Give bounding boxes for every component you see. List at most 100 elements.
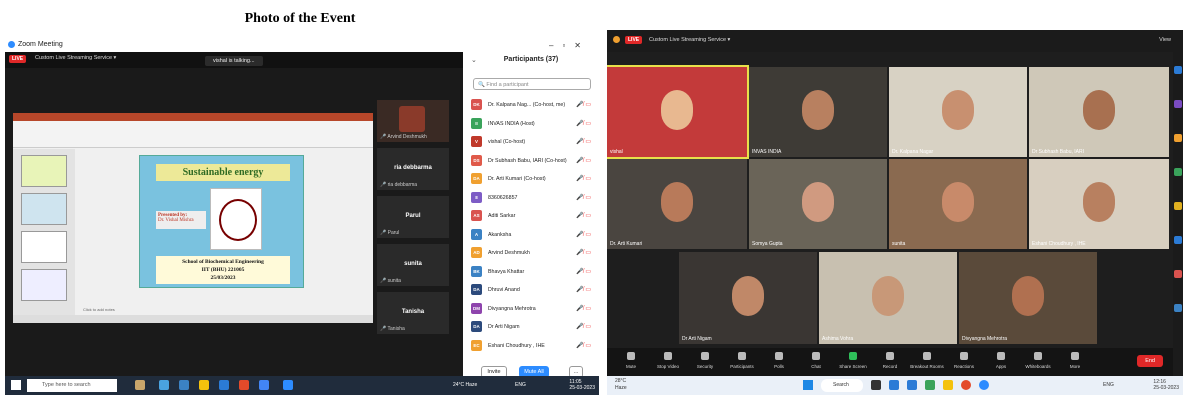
control-share-screen[interactable]: Share Screen — [835, 352, 871, 369]
participant-row[interactable]: AD Arvind Deshmukh 🎤̸ ▭ — [471, 246, 593, 263]
taskbar-app-icon[interactable] — [159, 380, 169, 390]
taskbar-app-icon[interactable] — [239, 380, 249, 390]
video-tile[interactable]: Dr. Arti Kumari — [607, 159, 747, 249]
muted-mic-icon[interactable]: 🎤̸ ▭ — [576, 286, 591, 293]
video-tile[interactable]: Eshani Choudhury , IHE — [1029, 159, 1169, 249]
video-tile[interactable]: Parul Parul — [377, 196, 449, 238]
participant-row[interactable]: Vvishal (Co-host) 🎤̸ ▭ — [471, 135, 593, 152]
app-icon[interactable] — [1174, 202, 1182, 210]
live-badge[interactable]: LIVE — [625, 36, 643, 44]
taskbar-app-icon[interactable] — [943, 380, 953, 390]
notes-placeholder[interactable]: Click to add notes — [83, 307, 115, 312]
stream-service-dropdown[interactable]: Custom Live Streaming Service ▾ — [649, 37, 730, 43]
taskbar-app-icon[interactable] — [961, 380, 971, 390]
control-mute[interactable]: Mute — [613, 352, 649, 369]
end-meeting-button[interactable]: End — [1137, 355, 1163, 367]
video-tile[interactable]: Dr. Kalpana Nagar — [889, 67, 1027, 157]
video-tile[interactable]: Tanisha Tanisha — [377, 292, 449, 334]
app-icon[interactable] — [1174, 304, 1182, 312]
app-icon[interactable] — [1174, 270, 1182, 278]
control-stop-video[interactable]: Stop Video — [650, 352, 686, 369]
view-button[interactable]: View — [1159, 37, 1171, 43]
slide-date: 25/03/2023 — [210, 275, 236, 281]
muted-mic-icon[interactable]: 🎤̸ ▭ — [576, 157, 591, 164]
app-icon[interactable] — [1174, 100, 1182, 108]
participant-row[interactable]: A Akanksha 🎤̸ ▭ — [471, 228, 593, 245]
stream-service-dropdown[interactable]: Custom Live Streaming Service ▾ — [35, 55, 116, 61]
video-tile[interactable]: Dr Arti Nigam — [679, 252, 817, 344]
participant-row[interactable]: DM Divyangna Mehrotra 🎤̸ ▭ — [471, 302, 593, 319]
participant-search-input[interactable]: 🔍 Find a participant — [473, 78, 591, 90]
control-reactions[interactable]: Reactions — [946, 352, 982, 369]
window-controls[interactable]: –▫✕ — [549, 41, 590, 50]
participant-row[interactable]: AS Aditi Sarkar 🎤̸ ▭ — [471, 209, 593, 226]
live-badge[interactable]: LIVE — [9, 55, 27, 63]
taskbar-app-icon[interactable] — [259, 380, 269, 390]
muted-mic-icon[interactable]: 🎤̸ ▭ — [576, 194, 591, 201]
control-participants[interactable]: Participants — [724, 352, 760, 369]
video-tile[interactable]: vishal — [607, 65, 749, 159]
muted-mic-icon[interactable]: 🎤̸ ▭ — [576, 138, 591, 145]
taskbar-search[interactable]: Search — [821, 379, 863, 392]
participant-row[interactable]: DS Dr Subhash Babu, IARI (Co-host) 🎤̸ ▭ — [471, 154, 593, 171]
muted-mic-icon[interactable]: 🎤̸ ▭ — [576, 175, 591, 182]
muted-mic-icon[interactable]: 🎤̸ ▭ — [576, 120, 591, 127]
muted-mic-icon[interactable]: 🎤̸ ▭ — [576, 101, 591, 108]
muted-mic-icon[interactable]: 🎤̸ ▭ — [576, 231, 591, 238]
taskbar-search[interactable]: Type here to search — [27, 379, 117, 392]
control-security[interactable]: Security — [687, 352, 723, 369]
taskbar-clock: 11:05 25-03-2023 — [569, 379, 595, 391]
video-tile[interactable]: Divyangna Mehrotra — [959, 252, 1097, 344]
video-tile[interactable]: Arvind Deshmukh — [377, 100, 449, 142]
taskbar-app-icon[interactable] — [219, 380, 229, 390]
participant-row[interactable]: EC Eshani Choudhury , IHE 🎤̸ ▭ — [471, 339, 593, 356]
video-tile[interactable]: ria debbarma ria debbarma — [377, 148, 449, 190]
taskbar-app-icon[interactable] — [889, 380, 899, 390]
control-chat[interactable]: Chat — [798, 352, 834, 369]
video-tile[interactable]: Ashima Vohra — [819, 252, 957, 344]
video-tile[interactable]: Somya Gupta — [749, 159, 887, 249]
weather-widget[interactable]: 28°C Haze — [615, 378, 627, 392]
participant-row[interactable]: DK Dr. Kalpana Nag... (Co-host, me) 🎤̸ ▭ — [471, 98, 593, 115]
zoom-taskbar-icon[interactable] — [979, 380, 989, 390]
muted-mic-icon[interactable]: 🎤̸ ▭ — [576, 342, 591, 349]
window-titlebar: Zoom Meeting — [5, 38, 463, 52]
participant-row[interactable]: II INVAS INDIA (Host) 🎤̸ ▭ — [471, 117, 593, 134]
shield-icon[interactable] — [613, 36, 620, 43]
participant-row[interactable]: DA Dr. Arti Kumari (Co-host) 🎤̸ ▭ — [471, 172, 593, 189]
control-breakout-rooms[interactable]: Breakout Rooms — [909, 352, 945, 369]
muted-mic-icon[interactable]: 🎤̸ ▭ — [576, 249, 591, 256]
windows-start-icon[interactable] — [11, 380, 21, 390]
app-icon[interactable] — [1174, 236, 1182, 244]
app-icon[interactable] — [1174, 134, 1182, 142]
video-tile[interactable]: sunita — [889, 159, 1027, 249]
control-icon — [923, 352, 931, 360]
participant-row[interactable]: DA Dhruvi Anand 🎤̸ ▭ — [471, 283, 593, 300]
zoom-taskbar-icon[interactable] — [283, 380, 293, 390]
control-polls[interactable]: Polls — [761, 352, 797, 369]
participant-row[interactable]: DA Dr Arti Nigam 🎤̸ ▭ — [471, 320, 593, 337]
taskbar-app-icon[interactable] — [871, 380, 881, 390]
video-tile[interactable]: sunita sunita — [377, 244, 449, 286]
muted-mic-icon[interactable]: 🎤̸ ▭ — [576, 323, 591, 330]
muted-mic-icon[interactable]: 🎤̸ ▭ — [576, 268, 591, 275]
windows-start-icon[interactable] — [803, 380, 813, 390]
app-icon[interactable] — [1174, 66, 1182, 74]
video-tile[interactable]: INVAS INDIA — [749, 67, 887, 157]
control-whiteboards[interactable]: Whiteboards — [1020, 352, 1056, 369]
app-icon[interactable] — [1174, 168, 1182, 176]
taskbar-app-icon[interactable] — [135, 380, 145, 390]
muted-mic-icon[interactable]: 🎤̸ ▭ — [576, 305, 591, 312]
participant-row[interactable]: 8 8360626857 🎤̸ ▭ — [471, 191, 593, 208]
taskbar-app-icon[interactable] — [199, 380, 209, 390]
participant-row[interactable]: BK Bhavya Khattar 🎤̸ ▭ — [471, 265, 593, 282]
taskbar-app-icon[interactable] — [179, 380, 189, 390]
taskbar-app-icon[interactable] — [925, 380, 935, 390]
control-more[interactable]: More — [1057, 352, 1093, 369]
control-apps[interactable]: Apps — [983, 352, 1019, 369]
taskbar-app-icon[interactable] — [907, 380, 917, 390]
school-name: School of Biochemical Engineering — [182, 259, 264, 265]
video-tile[interactable]: Dr Subhash Babu, IARI — [1029, 67, 1169, 157]
control-record[interactable]: Record — [872, 352, 908, 369]
muted-mic-icon[interactable]: 🎤̸ ▭ — [576, 212, 591, 219]
